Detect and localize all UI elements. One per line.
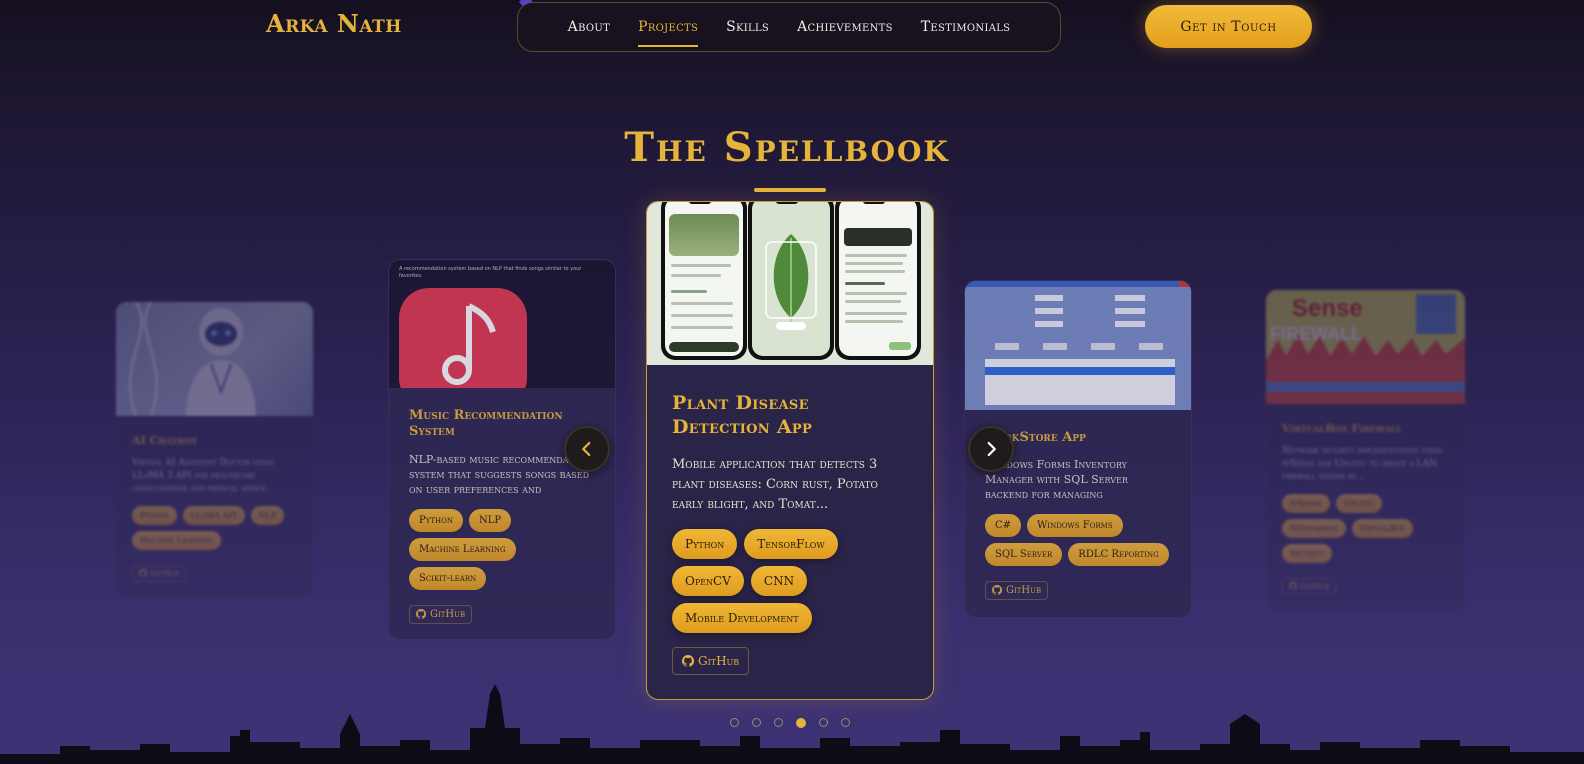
tag: CNN <box>750 566 808 596</box>
github-icon <box>992 585 1002 595</box>
project-card-plant-disease-detection[interactable]: Plant Disease Detection App Mobile appli… <box>646 201 934 700</box>
project-thumbnail: Sense FIREWALL <box>1266 290 1465 404</box>
tag-list: pfSense Ubuntu Networking VirtualBox Sec… <box>1282 494 1449 563</box>
nav-link-skills[interactable]: Skills <box>726 13 769 41</box>
project-description: Windows Forms Inventory Manager with SQL… <box>985 458 1128 501</box>
music-app-logo <box>399 288 527 388</box>
github-link-label: GitHub <box>1300 581 1330 591</box>
tag: NLP <box>250 506 285 525</box>
bookstore-app-screenshot <box>965 281 1191 410</box>
github-link[interactable]: GitHub <box>1282 577 1337 595</box>
tag: RDLC Reporting <box>1068 543 1169 566</box>
github-link[interactable]: GitHub <box>409 604 473 624</box>
project-title: VirtualBox Firewall <box>1282 422 1402 435</box>
chevron-left-icon <box>582 441 591 457</box>
leaf-image <box>765 234 817 330</box>
nav-link-achievements[interactable]: Achievements <box>797 13 893 41</box>
chevron-right-icon <box>987 441 996 457</box>
project-thumbnail <box>647 202 933 365</box>
tag: Networking <box>1282 519 1346 538</box>
github-link-label: GitHub <box>698 654 740 668</box>
tag: VirtualBox <box>1351 519 1413 538</box>
project-description: Network security implementation using pf… <box>1282 446 1443 482</box>
main-nav: About Projects Skills Achievements Testi… <box>517 2 1061 52</box>
nav-link-projects[interactable]: Projects <box>638 13 699 47</box>
carousel-next-button[interactable] <box>968 426 1014 472</box>
project-description: Mobile application that detects 3 plant … <box>672 457 878 512</box>
github-link[interactable]: GitHub <box>672 647 750 675</box>
get-in-touch-button[interactable]: Get in Touch <box>1145 5 1312 48</box>
tag: Scikit-learn <box>409 567 487 590</box>
github-icon <box>416 609 426 619</box>
github-link[interactable]: GitHub <box>985 580 1049 600</box>
firewall-logo-text: FIREWALL <box>1270 324 1362 344</box>
tag: Python <box>672 529 738 559</box>
carousel-prev-button[interactable] <box>564 426 610 472</box>
tag: Python <box>409 509 463 532</box>
phone-mockup <box>661 202 747 360</box>
github-link-label: GitHub <box>1006 584 1042 596</box>
title-underline <box>754 188 826 192</box>
tag-list: Python NLP Machine Learning Scikit-learn <box>409 509 595 590</box>
github-link-label: GitHub <box>430 608 466 620</box>
tag: Machine Learning <box>409 538 516 561</box>
github-link[interactable]: GitHub <box>132 564 187 582</box>
robot-doctor-image <box>128 302 256 416</box>
tag: Security <box>1282 544 1333 563</box>
project-thumbnail <box>965 281 1191 410</box>
tag: SQL Server <box>985 543 1063 566</box>
project-card-virtualbox-firewall[interactable]: Sense FIREWALL VirtualBox Firewall Netwo… <box>1265 289 1466 611</box>
project-title: AI Chatbot <box>132 434 198 447</box>
phone-mockup <box>835 202 921 360</box>
tag: C# <box>985 514 1022 537</box>
nav-link-about[interactable]: About <box>568 13 610 41</box>
github-icon <box>1289 582 1297 590</box>
firewall-image: Sense FIREWALL <box>1266 290 1465 404</box>
project-title: Plant Disease Detection App <box>672 392 813 438</box>
nav-link-testimonials[interactable]: Testimonials <box>921 13 1011 41</box>
tag: LLaMA API <box>182 506 245 525</box>
site-logo[interactable]: Arka Nath <box>266 9 402 38</box>
section-title: The Spellbook <box>624 124 950 171</box>
github-icon <box>682 655 694 667</box>
tag: NLP <box>469 509 512 532</box>
firewall-logo-text: Sense <box>1292 295 1363 322</box>
tag: Mobile Development <box>672 603 812 633</box>
tag: Python <box>132 506 177 525</box>
tag-list: Python TensorFlow OpenCV CNN Mobile Deve… <box>672 529 908 633</box>
github-icon <box>139 569 147 577</box>
tag-list: Python LLaMA API NLP Machine Learning <box>132 506 297 550</box>
github-link-label: GitHub <box>150 568 180 578</box>
tag: OpenCV <box>672 566 744 596</box>
city-skyline-silhouette <box>0 684 1584 764</box>
project-thumbnail <box>116 302 313 416</box>
project-card-ai-chatbot[interactable]: AI Chatbot Virtual AI Assistant Doctor u… <box>115 301 314 598</box>
project-description: Virtual AI Assistant Doctor using LLaMA … <box>132 458 275 494</box>
tag: Ubuntu <box>1335 494 1383 513</box>
tag-list: C# Windows Forms SQL Server RDLC Reporti… <box>985 514 1171 566</box>
tag: pfSense <box>1282 494 1330 513</box>
tag: Machine Learning <box>132 531 222 550</box>
tag: Windows Forms <box>1027 514 1123 537</box>
project-thumbnail: A recommendation system based on NLP tha… <box>389 260 615 388</box>
tag: TensorFlow <box>744 529 838 559</box>
phone-mockup <box>748 202 834 360</box>
